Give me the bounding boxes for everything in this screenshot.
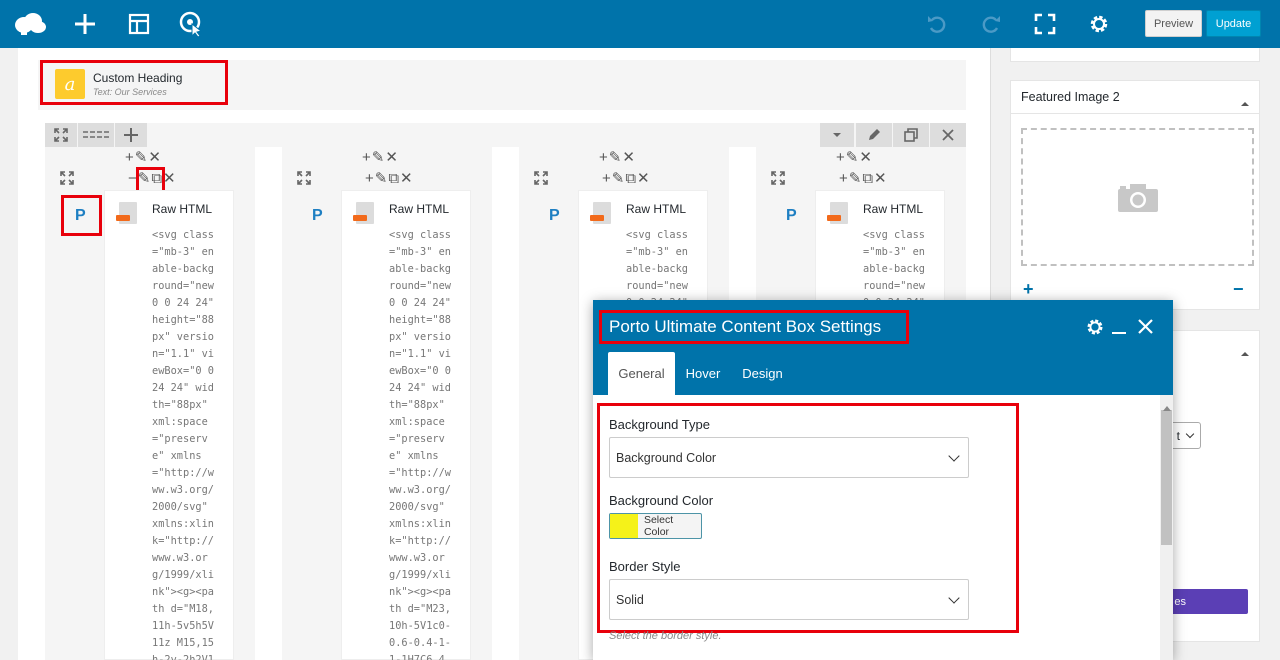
chevron-down-icon xyxy=(948,592,960,604)
tab-hover[interactable]: Hover xyxy=(678,352,728,395)
row-clone-icon[interactable] xyxy=(893,123,929,147)
element-1-controls[interactable]: −✎⧉✕ xyxy=(128,171,177,186)
file-icon xyxy=(353,202,374,224)
background-type-select[interactable]: Background Color xyxy=(609,437,969,478)
top-toolbar: Preview Update xyxy=(0,0,1280,48)
column-1-p-label: P xyxy=(75,207,86,224)
background-color-label: Background Color xyxy=(609,493,714,508)
raw-html-title-1: Raw HTML xyxy=(152,202,213,216)
column-1-drag-icon[interactable] xyxy=(60,171,74,188)
file-icon xyxy=(590,202,611,224)
select-color-label: Select Color xyxy=(643,514,674,538)
camera-icon xyxy=(1117,184,1158,212)
row-edit-icon[interactable] xyxy=(856,123,892,147)
plus-icon[interactable] xyxy=(70,0,100,48)
column-2-drag-icon[interactable] xyxy=(297,171,311,188)
custom-heading-icon: a xyxy=(55,69,85,99)
modal-title: Porto Ultimate Content Box Settings xyxy=(609,317,882,336)
modal-scrollbar-thumb[interactable] xyxy=(1161,410,1172,545)
add-image-icon[interactable]: + xyxy=(1023,279,1034,300)
tab-general[interactable]: General xyxy=(608,352,675,395)
preview-button[interactable]: Preview xyxy=(1145,10,1202,37)
raw-html-code-2: <svg class ="mb-3" en able-backg round="… xyxy=(389,229,451,660)
border-style-label: Border Style xyxy=(609,559,681,574)
redo-icon[interactable] xyxy=(976,0,1006,48)
custom-heading-title: Custom Heading xyxy=(93,71,183,85)
row-delete-icon[interactable] xyxy=(930,123,966,147)
collapse-arrow-icon[interactable] xyxy=(1241,345,1249,360)
scroll-up-arrow-icon[interactable] xyxy=(1163,399,1171,414)
column-3-controls[interactable]: +✎✕ xyxy=(599,150,636,165)
border-style-hint: Select the border style. xyxy=(609,630,722,642)
raw-html-code-1: <svg class ="mb-3" en able-backg round="… xyxy=(152,229,214,660)
row-toggle-icon[interactable] xyxy=(820,123,854,147)
fullscreen-icon[interactable] xyxy=(1030,0,1060,48)
cloud-logo-icon[interactable] xyxy=(10,0,50,48)
custom-heading-element[interactable] xyxy=(38,60,966,110)
column-3-drag-icon[interactable] xyxy=(534,171,548,188)
border-style-select[interactable]: Solid xyxy=(609,579,969,620)
sidebar-select-text: t xyxy=(1176,428,1180,443)
column-2-p-label: P xyxy=(312,207,323,224)
row-drag-icon[interactable] xyxy=(45,123,77,147)
cursor-target-icon[interactable] xyxy=(176,0,206,48)
background-type-value: Background Color xyxy=(616,450,717,465)
sidebar-box-top xyxy=(1010,48,1260,62)
raw-html-title-2: Raw HTML xyxy=(389,202,450,216)
remove-image-icon[interactable]: − xyxy=(1233,279,1244,300)
chevron-down-icon xyxy=(948,450,960,462)
element-2-controls[interactable]: +✎⧉✕ xyxy=(365,171,414,186)
update-button[interactable]: Update xyxy=(1206,10,1261,37)
column-2-controls[interactable]: +✎✕ xyxy=(362,150,399,165)
row-add-icon[interactable] xyxy=(115,123,147,147)
background-type-label: Background Type xyxy=(609,417,710,432)
file-icon xyxy=(116,202,137,224)
sidebar-purple-button-label: es xyxy=(1174,595,1186,608)
column-4-p-label: P xyxy=(786,207,797,224)
column-1-controls[interactable]: +✎✕ xyxy=(125,150,162,165)
custom-heading-subtitle: Text: Our Services xyxy=(93,87,167,97)
file-icon xyxy=(827,202,848,224)
modal-minimize-icon[interactable] xyxy=(1112,332,1126,334)
raw-html-title-4: Raw HTML xyxy=(863,202,924,216)
collapse-arrow-icon[interactable] xyxy=(1241,95,1249,110)
modal-gear-icon[interactable] xyxy=(1085,317,1105,340)
border-style-value: Solid xyxy=(616,592,644,607)
column-3-p-label: P xyxy=(549,207,560,224)
undo-icon[interactable] xyxy=(922,0,952,48)
tab-design[interactable]: Design xyxy=(735,352,790,395)
divider xyxy=(1011,113,1259,114)
column-4-controls[interactable]: +✎✕ xyxy=(836,150,873,165)
column-4-drag-icon[interactable] xyxy=(771,171,785,188)
element-3-controls[interactable]: +✎⧉✕ xyxy=(602,171,651,186)
color-swatch xyxy=(610,514,638,538)
layout-icon[interactable] xyxy=(124,0,154,48)
modal-close-icon[interactable] xyxy=(1138,319,1153,337)
settings-modal: Porto Ultimate Content Box Settings Gene… xyxy=(593,300,1173,660)
raw-html-title-3: Raw HTML xyxy=(626,202,687,216)
gear-icon[interactable] xyxy=(1084,0,1114,48)
featured-image-dropzone[interactable] xyxy=(1021,128,1254,266)
select-color-button[interactable]: Select Color xyxy=(609,513,702,539)
element-4-controls[interactable]: +✎⧉✕ xyxy=(839,171,888,186)
row-layout-icon[interactable] xyxy=(78,123,114,147)
featured-image-2-title: Featured Image 2 xyxy=(1021,90,1120,104)
